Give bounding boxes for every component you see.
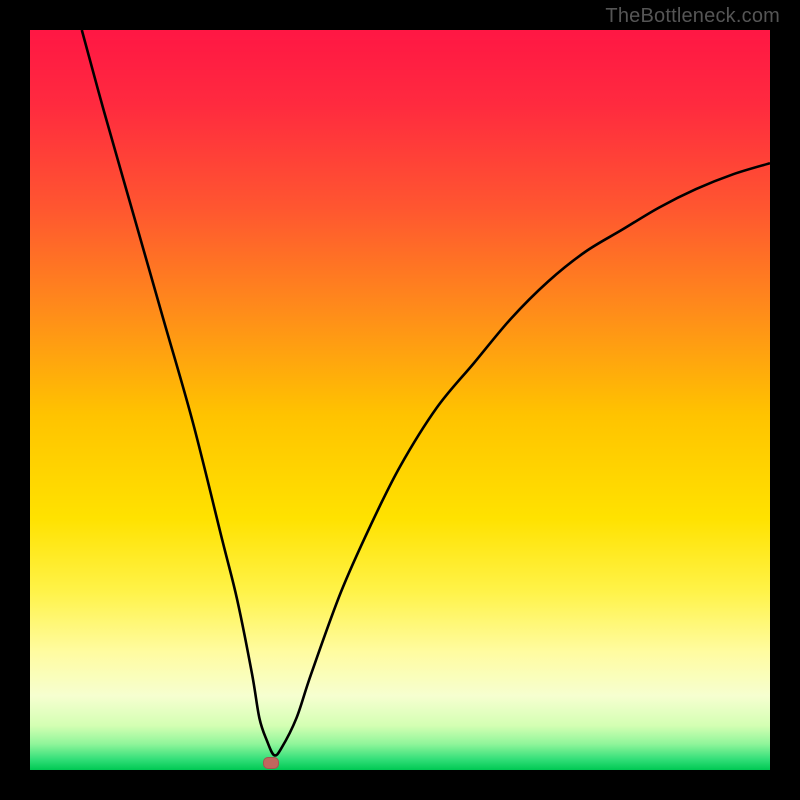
gradient-background [30,30,770,770]
chart-stage: TheBottleneck.com [0,0,800,800]
watermark-text: TheBottleneck.com [605,5,780,28]
optimal-point-marker [263,757,279,769]
plot-area [30,30,770,770]
